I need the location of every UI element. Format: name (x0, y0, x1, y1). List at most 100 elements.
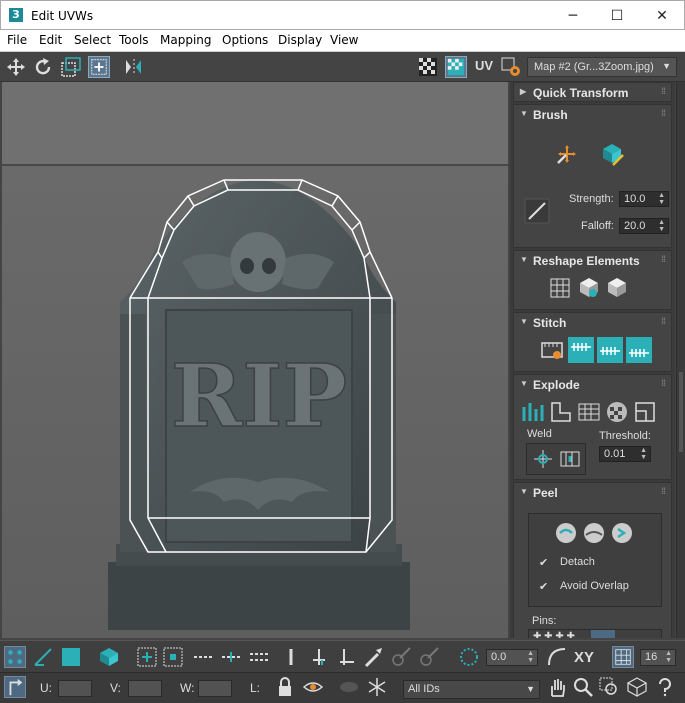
hide-icon[interactable] (302, 676, 324, 698)
avoid-overlap-checkbox[interactable]: ✔ (539, 580, 548, 593)
move-icon[interactable] (5, 56, 27, 78)
pin-active-icon[interactable] (591, 630, 615, 638)
settings-gear-icon[interactable] (500, 56, 522, 78)
ring-grow-icon[interactable] (220, 646, 242, 668)
weld-selected-icon[interactable] (530, 446, 556, 472)
detach-checkbox[interactable]: ✔ (539, 556, 548, 569)
mirror-icon[interactable] (122, 56, 144, 78)
scale-icon[interactable] (60, 56, 82, 78)
edge-loop-icon[interactable] (280, 646, 302, 668)
rollout-title: Peel (533, 486, 558, 500)
curve-icon[interactable] (546, 646, 568, 668)
loop-select-icon[interactable] (192, 646, 214, 668)
rollout-peel: ▼ Peel ⁞⁞ ✔ Detach ✔ Avoid Overlap Pins: (513, 482, 672, 638)
rotate-angle-icon[interactable] (458, 646, 480, 668)
quick-peel-icon[interactable] (553, 520, 579, 546)
freeze-icon[interactable] (366, 676, 388, 698)
threshold-value: 0.01 (604, 448, 626, 460)
rollout-peel-header[interactable]: ▼ Peel ⁞⁞ (514, 483, 671, 503)
stitch-average-icon[interactable] (597, 337, 623, 363)
paint-select-icon[interactable] (362, 646, 384, 668)
vertex-mode-icon[interactable] (4, 646, 26, 668)
uv-viewport[interactable]: RIP (2, 82, 508, 638)
relax-cube-icon[interactable] (576, 275, 602, 301)
element-mode-icon[interactable] (98, 646, 120, 668)
grid-size-spinner[interactable]: 16 ▲ ▼ (640, 649, 676, 666)
rollout-reshape-header[interactable]: ▼ Reshape Elements ⁞⁞ (514, 251, 671, 271)
falloff-label: Falloff: (581, 220, 614, 232)
stack-cube-icon[interactable] (604, 275, 630, 301)
edge-ring-grow-icon[interactable] (308, 646, 330, 668)
stitch-custom-icon[interactable] (539, 337, 565, 363)
flatten-by-smoothing-icon[interactable] (520, 399, 546, 425)
stitch-to-source-icon[interactable] (568, 337, 594, 363)
lock-icon[interactable] (274, 676, 296, 698)
uv-label[interactable]: UV (475, 58, 493, 73)
paint-select-grow-icon[interactable] (390, 646, 412, 668)
rollout-explode-header[interactable]: ▼ Explode ⁞⁞ (514, 375, 671, 395)
rollout-brush-header[interactable]: ▼ Brush ⁞⁞ (514, 105, 671, 125)
menu-mapping[interactable]: Mapping (160, 33, 212, 47)
menu-tools[interactable]: Tools (119, 33, 149, 47)
material-ids-dropdown[interactable]: All IDs ▼ (403, 680, 540, 699)
edge-mode-icon[interactable] (32, 646, 54, 668)
absolute-offset-icon[interactable] (4, 676, 26, 698)
menu-view[interactable]: View (330, 33, 358, 47)
strength-spinner[interactable]: 10.0 ▲ ▼ (619, 191, 669, 207)
help-icon[interactable] (654, 676, 676, 698)
grid-snap-icon[interactable] (612, 646, 634, 668)
menu-display[interactable]: Display (278, 33, 322, 47)
peel-mode-icon[interactable] (581, 520, 607, 546)
grow-selection-icon[interactable] (136, 646, 158, 668)
stitch-to-target-icon[interactable] (626, 337, 652, 363)
menu-edit[interactable]: Edit (39, 33, 62, 47)
rollout-quick-transform[interactable]: ▶ Quick Transform ⁞⁞ (513, 82, 672, 102)
pin-add-icon[interactable]: ✚ ✚ ✚ ✚ (533, 631, 575, 638)
unhide-icon[interactable] (338, 676, 360, 698)
v-field[interactable] (128, 680, 162, 697)
menu-select[interactable]: Select (74, 33, 111, 47)
u-field[interactable] (58, 680, 92, 697)
break-icon[interactable] (632, 399, 658, 425)
expanded-arrow-icon: ▼ (520, 255, 528, 264)
rotate-icon[interactable] (32, 56, 54, 78)
panel-scrollbar[interactable] (676, 82, 685, 638)
brush-line-icon[interactable] (524, 198, 550, 224)
falloff-spinner[interactable]: 20.0 ▲ ▼ (619, 218, 669, 234)
polygon-mode-icon[interactable] (60, 646, 82, 668)
rotate-angle-spinner[interactable]: 0.0 ▲ ▼ (486, 649, 538, 666)
scrollbar-thumb[interactable] (679, 372, 683, 452)
bottom-toolbar-primary: 0.0 ▲ ▼ XY 16 ▲ ▼ (0, 640, 685, 672)
paint-relax-icon[interactable] (599, 141, 625, 167)
pan-hand-icon[interactable] (546, 676, 568, 698)
checker-icon[interactable] (417, 56, 439, 78)
texture-checker-icon[interactable] (445, 56, 467, 78)
rollout-stitch-header[interactable]: ▼ Stitch ⁞⁞ (514, 313, 671, 333)
menu-file[interactable]: File (7, 33, 27, 47)
weld-target-icon[interactable] (557, 446, 583, 472)
flatten-by-polygon-icon[interactable] (576, 399, 602, 425)
paint-select-shrink-icon[interactable] (418, 646, 440, 668)
zoom-icon[interactable] (572, 676, 594, 698)
xy-coordinate-toggle[interactable]: XY (574, 649, 594, 666)
threshold-spinner[interactable]: 0.01 ▲ ▼ (599, 446, 651, 462)
zoom-region-icon[interactable] (598, 676, 620, 698)
straighten-icon[interactable] (547, 275, 573, 301)
close-button[interactable]: ✕ (647, 6, 677, 26)
freeform-icon[interactable] (88, 56, 110, 78)
flatten-checker-icon[interactable] (604, 399, 630, 425)
ring-shrink-icon[interactable] (248, 646, 270, 668)
paint-move-icon[interactable] (554, 141, 580, 167)
flatten-by-material-icon[interactable] (548, 399, 574, 425)
maximize-button[interactable]: ☐ (602, 6, 632, 26)
w-field[interactable] (198, 680, 232, 697)
map-select-dropdown[interactable]: Map #2 (Gr...3Zoom.jpg) ▼ (527, 57, 677, 77)
w-label: W: (180, 681, 195, 695)
peel-reset-icon[interactable] (609, 520, 635, 546)
edge-ring-shrink-icon[interactable] (336, 646, 358, 668)
weld-group (526, 443, 586, 475)
shrink-selection-icon[interactable] (162, 646, 184, 668)
zoom-extents-icon[interactable] (626, 676, 648, 698)
minimize-button[interactable]: ─ (558, 6, 588, 26)
menu-options[interactable]: Options (222, 33, 268, 47)
